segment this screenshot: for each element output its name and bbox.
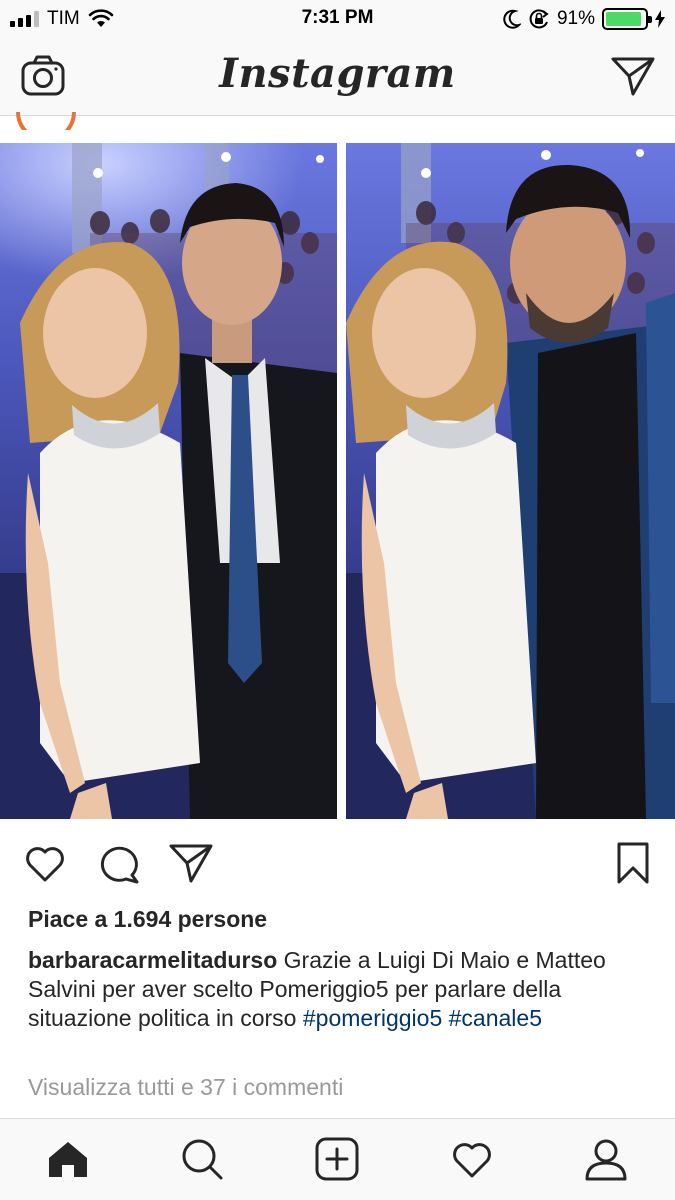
battery-icon	[602, 8, 652, 30]
post-actions	[0, 830, 675, 896]
heart-icon[interactable]	[22, 840, 68, 886]
add-post-icon[interactable]	[315, 1137, 359, 1181]
share-icon[interactable]	[168, 840, 214, 886]
app-logo-wordmark: Instagram	[219, 50, 456, 97]
photo-left	[0, 143, 337, 819]
view-all-comments-link[interactable]: Visualizza tutti e 37 i commenti	[28, 1074, 343, 1101]
avatar-ring[interactable]	[14, 112, 78, 130]
caption-username[interactable]: barbaracarmelitadurso	[28, 947, 277, 973]
status-bar: TIM 7:31 PM 91%	[0, 0, 675, 38]
header: Instagram	[0, 38, 675, 116]
home-icon[interactable]	[46, 1137, 90, 1181]
hashtag-link[interactable]: #pomeriggio5	[303, 1005, 442, 1031]
orientation-lock-icon	[529, 9, 549, 29]
hashtag-link[interactable]: #canale5	[449, 1005, 542, 1031]
tab-bar	[0, 1118, 675, 1200]
likes-count[interactable]: Piace a 1.694 persone	[28, 906, 267, 933]
charging-icon	[655, 10, 665, 28]
direct-send-icon[interactable]	[611, 56, 655, 96]
battery-percent: 91%	[556, 8, 595, 29]
activity-icon[interactable]	[450, 1137, 494, 1181]
comment-icon[interactable]	[96, 840, 142, 886]
search-icon[interactable]	[180, 1137, 224, 1181]
bookmark-icon[interactable]	[610, 840, 656, 886]
profile-icon[interactable]	[584, 1137, 628, 1181]
status-right: 91%	[503, 7, 665, 31]
post-caption: barbaracarmelitadurso Grazie a Luigi Di …	[28, 946, 648, 1033]
post-image[interactable]	[0, 143, 675, 819]
moon-icon	[503, 9, 521, 29]
photo-right	[346, 143, 675, 819]
